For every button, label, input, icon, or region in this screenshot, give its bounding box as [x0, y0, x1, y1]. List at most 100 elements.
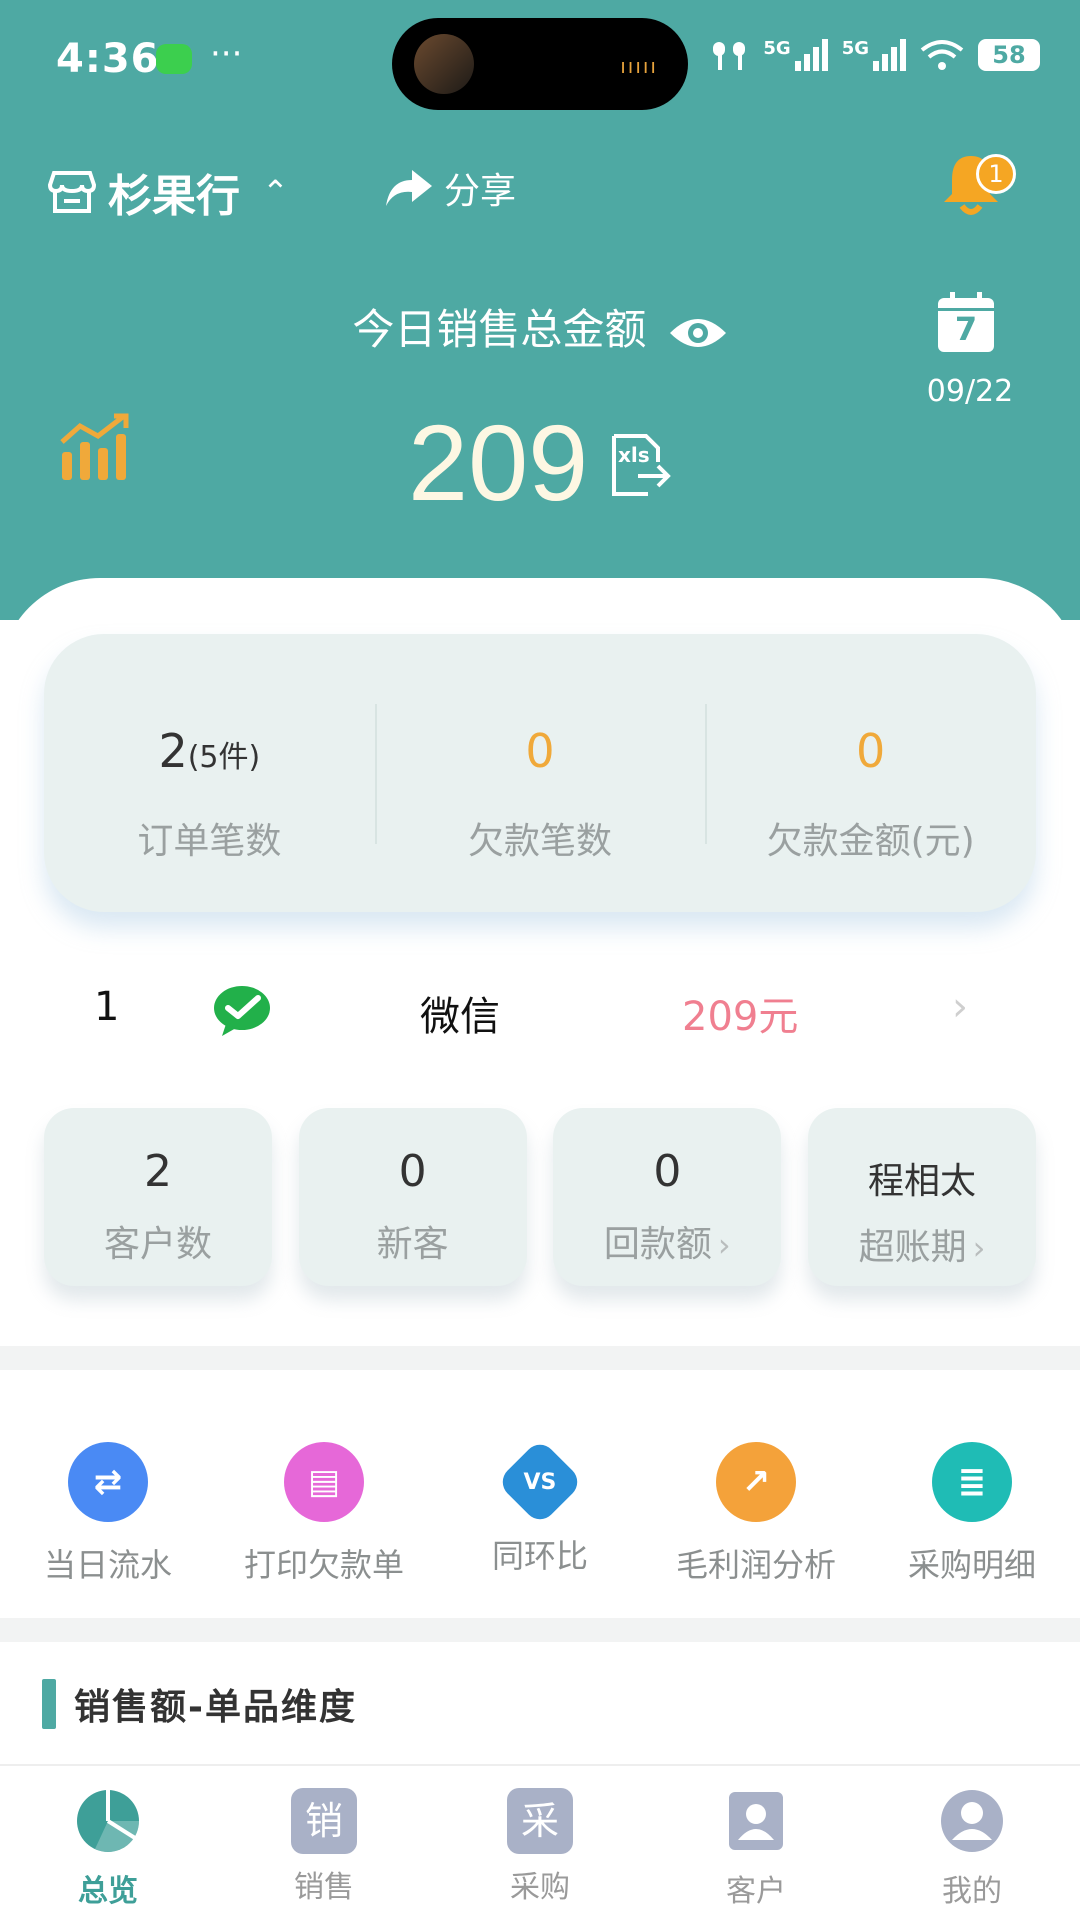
status-indicators: 5G 5G 58 [709, 38, 1040, 72]
tile-value: 2 [144, 1146, 172, 1197]
stat-debt-count-value: 0 [525, 724, 555, 778]
tab-overview[interactable]: 总览 [0, 1766, 216, 1920]
export-xls-button[interactable]: xls [608, 432, 672, 502]
quick-label: 当日流水 [43, 1546, 172, 1584]
profit-chart-icon: ↗ [716, 1442, 796, 1522]
notification-badge: 1 [976, 154, 1016, 194]
tab-label: 总览 [78, 1874, 138, 1909]
profile-icon [941, 1790, 1003, 1852]
sales-total-label: 今日销售总金额 [352, 305, 647, 354]
share-label: 分享 [444, 171, 517, 212]
media-artwork-icon [414, 34, 474, 94]
section-title: 销售额-单品维度 [74, 1687, 357, 1728]
section-header: 销售额-单品维度 [42, 1678, 357, 1730]
tile-value: 0 [398, 1146, 427, 1197]
quick-actions: ⇄ 当日流水 ▤ 打印欠款单 VS 同环比 ↗ 毛利润分析 ≣ 采购明细 [0, 1438, 1080, 1586]
tile-value: 程相太 [867, 1161, 976, 1202]
dynamic-island[interactable]: ııııı [392, 18, 688, 110]
section-accent-bar [42, 1679, 56, 1729]
stat-order-label: 订单笔数 [137, 821, 282, 862]
tab-label: 销售 [294, 1870, 354, 1905]
quick-compare[interactable]: VS 同环比 [432, 1438, 648, 1586]
battery-icon: 58 [978, 39, 1040, 71]
section-divider [0, 1346, 1080, 1370]
chevron-right-icon: › [972, 1229, 986, 1267]
quick-purchase-detail[interactable]: ≣ 采购明细 [864, 1442, 1080, 1586]
calendar-button[interactable]: 7 [936, 290, 996, 354]
stat-debt-amount-value: 0 [856, 724, 886, 778]
tab-label: 我的 [942, 1874, 1002, 1909]
notification-button[interactable]: 1 [940, 150, 1016, 220]
tile-new-customers[interactable]: 0 新客 [298, 1108, 527, 1286]
purchase-list-icon: ≣ [932, 1442, 1012, 1522]
tab-label: 采购 [510, 1870, 570, 1905]
trend-chart-button[interactable] [58, 412, 130, 486]
stat-debt-count-label: 欠款笔数 [468, 821, 613, 862]
earbuds-icon [713, 42, 746, 70]
quick-print-debt[interactable]: ▤ 打印欠款单 [216, 1442, 432, 1586]
tile-overdue[interactable]: 程相太 超账期 › [807, 1108, 1036, 1286]
payment-method-name: 微信 [420, 994, 500, 1040]
payment-method-row[interactable]: 1 微信 209元 › [0, 966, 1080, 1056]
stat-order-value: 2 [158, 724, 188, 778]
network-5g-label-2: 5G [841, 38, 869, 59]
tile-label: 回款额 › [553, 1215, 781, 1267]
sales-total-amount: 209 [408, 402, 589, 523]
status-time: 4:36 [56, 36, 160, 82]
eye-visibility-icon[interactable] [668, 313, 728, 353]
customer-stats-tiles: 2 客户数 0 新客 0 回款额 › 程相太 超账期 › [44, 1108, 1036, 1286]
selected-date[interactable]: 09/22 [920, 374, 1020, 409]
tab-customer[interactable]: 客户 [648, 1766, 864, 1920]
bar-trend-icon [60, 413, 129, 480]
chevron-right-icon: › [952, 984, 968, 1030]
wechat-icon [212, 982, 274, 1042]
store-name: 杉果行 [108, 171, 240, 222]
tile-customer-count[interactable]: 2 客户数 [44, 1108, 272, 1286]
tab-sales[interactable]: 销 销售 [216, 1766, 432, 1920]
stat-order-count[interactable]: 2(5件) 订单笔数 [44, 634, 375, 912]
quick-label: 采购明细 [907, 1546, 1036, 1584]
quick-label: 打印欠款单 [243, 1546, 404, 1584]
message-notification-icon [156, 44, 192, 74]
stat-debt-amount-label: 欠款金额(元) [766, 821, 975, 862]
quick-label: 毛利润分析 [675, 1546, 836, 1584]
transfer-icon: ⇄ [68, 1442, 148, 1522]
calendar-day: 7 [954, 310, 978, 348]
tile-label: 超账期 › [808, 1218, 1036, 1270]
section-divider [0, 1618, 1080, 1642]
share-arrow-icon [386, 170, 432, 206]
payment-amount: 209元 [682, 994, 799, 1040]
share-button[interactable]: 分享 [384, 162, 516, 214]
stat-debt-amount[interactable]: 0 欠款金额(元) [705, 634, 1036, 912]
payment-index: 1 [94, 984, 120, 1030]
order-stats-card: 2(5件) 订单笔数 0 欠款笔数 0 欠款金额(元) [44, 634, 1036, 912]
chevron-up-icon: ⌃ [262, 173, 289, 211]
xls-label: xls [618, 443, 650, 467]
wifi-icon [920, 40, 964, 70]
quick-profit-analysis[interactable]: ↗ 毛利润分析 [648, 1442, 864, 1586]
tile-label-text: 超账期 [858, 1227, 967, 1268]
quick-daily-flow[interactable]: ⇄ 当日流水 [0, 1442, 216, 1586]
chevron-right-icon: › [717, 1226, 731, 1264]
sales-icon: 销 [291, 1788, 357, 1854]
store-selector[interactable]: 杉果行 ⌃ [48, 160, 289, 224]
tile-label: 新客 [299, 1215, 527, 1267]
stat-debt-count[interactable]: 0 欠款笔数 [374, 634, 706, 912]
sales-total-title: 今日销售总金额 [0, 296, 1080, 357]
tile-label-text: 新客 [376, 1224, 449, 1265]
tab-profile[interactable]: 我的 [864, 1766, 1080, 1920]
stat-order-suffix: (5件) [187, 740, 261, 775]
tab-purchase[interactable]: 采 采购 [432, 1766, 648, 1920]
signal-bars-icon [794, 39, 828, 71]
printer-icon: ▤ [284, 1442, 364, 1522]
tab-label: 客户 [726, 1874, 786, 1909]
stat-value: 2(5件) [44, 724, 375, 782]
tile-value: 0 [653, 1146, 682, 1197]
audio-wave-icon: ııııı [620, 54, 658, 78]
xls-export-icon: xls [612, 434, 671, 496]
quick-label: 同环比 [491, 1537, 588, 1575]
overview-pie-icon [77, 1790, 139, 1852]
tile-repayment[interactable]: 0 回款额 › [553, 1108, 782, 1286]
purchase-icon: 采 [507, 1788, 573, 1854]
customer-icon [729, 1792, 783, 1850]
